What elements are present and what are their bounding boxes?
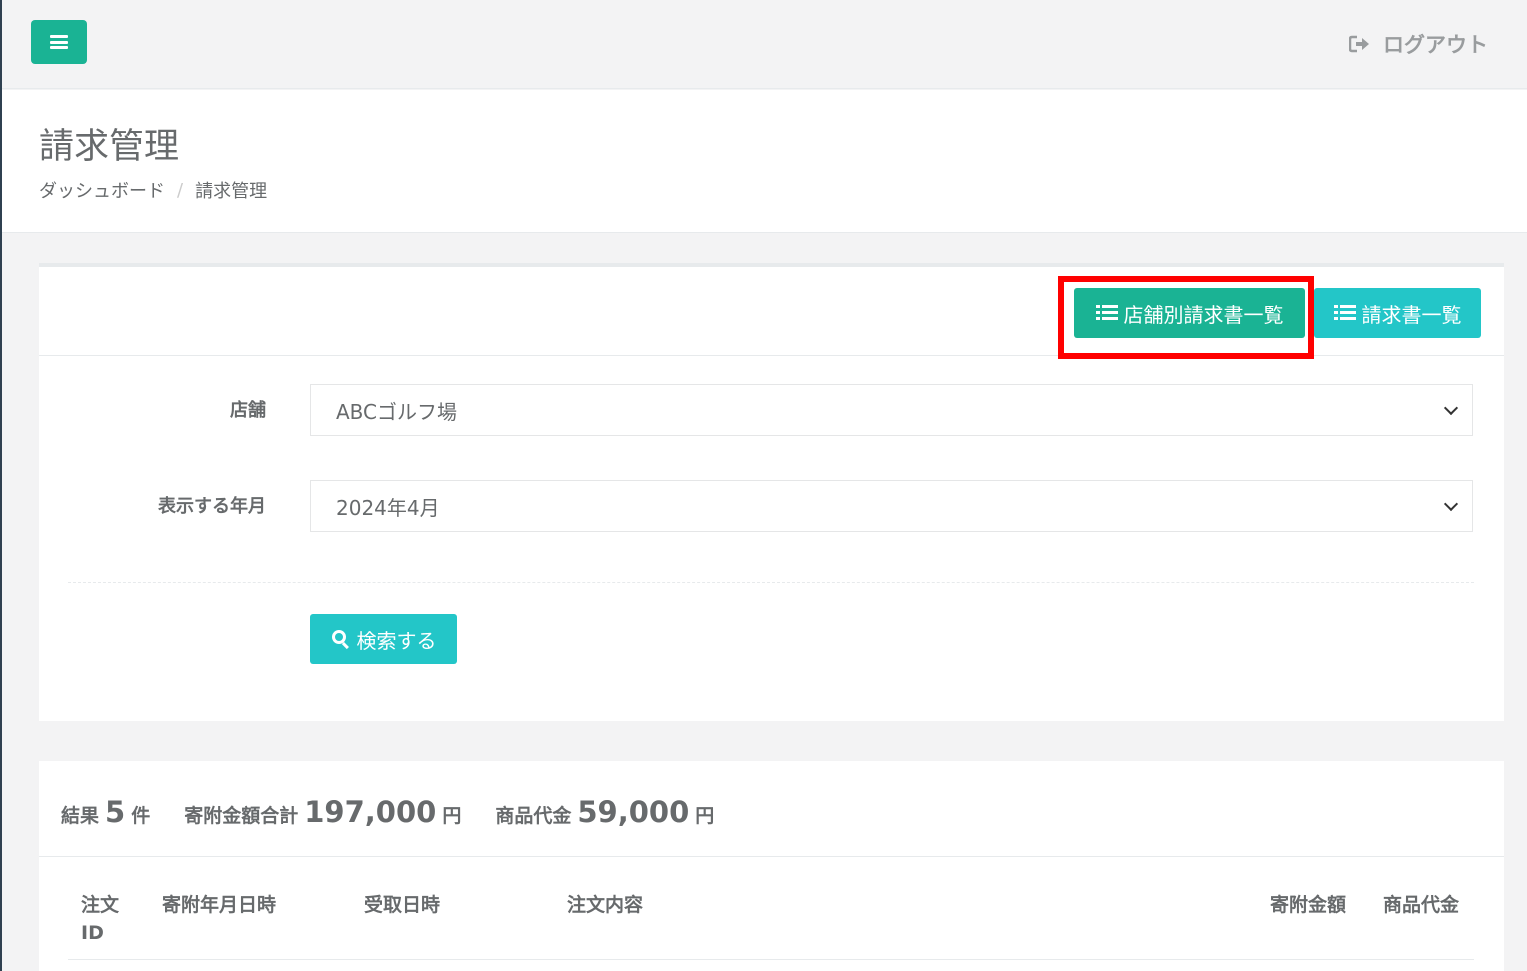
results-unit: 件 [131, 805, 151, 827]
donation-total-label: 寄附金額合計 [184, 805, 299, 827]
column-header-order-id[interactable]: 注文 ID [81, 891, 119, 947]
form-divider [68, 582, 1474, 583]
breadcrumb: ダッシュボード / 請求管理 [39, 177, 267, 203]
product-fee-unit: 円 [695, 805, 715, 827]
search-button[interactable]: 検索する [310, 614, 457, 664]
product-fee-value: 59,000 [577, 795, 690, 829]
results-divider [39, 856, 1504, 857]
search-button-label: 検索する [356, 628, 437, 653]
results-count: 5 [105, 795, 126, 829]
breadcrumb-current: 請求管理 [195, 181, 268, 202]
top-navbar: ログアウト [2, 0, 1527, 89]
month-label: 表示する年月 [158, 496, 266, 517]
list-icon [1095, 305, 1118, 321]
results-label: 結果 [61, 805, 100, 827]
month-select-value: 2024年4月 [336, 495, 440, 520]
invoice-list-button[interactable]: 請求書一覧 [1314, 288, 1481, 338]
column-header-donation-amount[interactable]: 寄附金額 [1270, 891, 1346, 919]
order-id-header-line2: ID [81, 922, 104, 944]
sign-out-icon [1349, 35, 1369, 53]
menu-toggle-button[interactable] [31, 20, 87, 64]
results-summary: 結果 5 件 寄附金額合計 197,000 円 商品代金 59,000 円 [61, 795, 714, 835]
column-header-product-fee[interactable]: 商品代金 [1383, 891, 1459, 919]
product-fee-label: 商品代金 [495, 805, 572, 827]
hamburger-icon [50, 35, 68, 49]
column-header-order-contents[interactable]: 注文内容 [567, 891, 643, 919]
invoice-list-label: 請求書一覧 [1361, 302, 1462, 327]
breadcrumb-separator: / [177, 179, 184, 201]
donation-total-value: 197,000 [304, 795, 437, 829]
results-panel: 結果 5 件 寄附金額合計 197,000 円 商品代金 59,000 円 注文… [39, 761, 1504, 971]
store-select-value: ABCゴルフ場 [336, 399, 458, 424]
page-heading: 請求管理 ダッシュボード / 請求管理 [2, 90, 1527, 233]
list-icon [1333, 305, 1356, 321]
order-id-header-line1: 注文 [81, 894, 120, 916]
logout-link[interactable]: ログアウト [1349, 30, 1488, 58]
breadcrumb-dashboard[interactable]: ダッシュボード [39, 177, 165, 203]
chevron-down-icon [1443, 496, 1459, 512]
page-title: 請求管理 [39, 127, 180, 167]
store-select[interactable]: ABCゴルフ場 [310, 384, 1473, 436]
table-header-divider [68, 959, 1474, 960]
month-select[interactable]: 2024年4月 [310, 480, 1473, 532]
store-invoice-list-label: 店舗別請求書一覧 [1123, 302, 1284, 327]
logout-label: ログアウト [1383, 33, 1488, 57]
search-panel: 店舗別請求書一覧 請求書一覧 店舗 ABCゴルフ場 表示する年月 2024年4月… [39, 263, 1504, 721]
search-icon [331, 629, 351, 650]
search-panel-header: 店舗別請求書一覧 請求書一覧 [39, 267, 1504, 359]
store-label: 店舗 [230, 400, 266, 421]
column-header-donation-datetime[interactable]: 寄附年月日時 [162, 891, 276, 919]
donation-total-unit: 円 [442, 805, 462, 827]
chevron-down-icon [1443, 400, 1459, 416]
store-invoice-list-button[interactable]: 店舗別請求書一覧 [1074, 288, 1305, 338]
column-header-received-datetime[interactable]: 受取日時 [364, 891, 440, 919]
